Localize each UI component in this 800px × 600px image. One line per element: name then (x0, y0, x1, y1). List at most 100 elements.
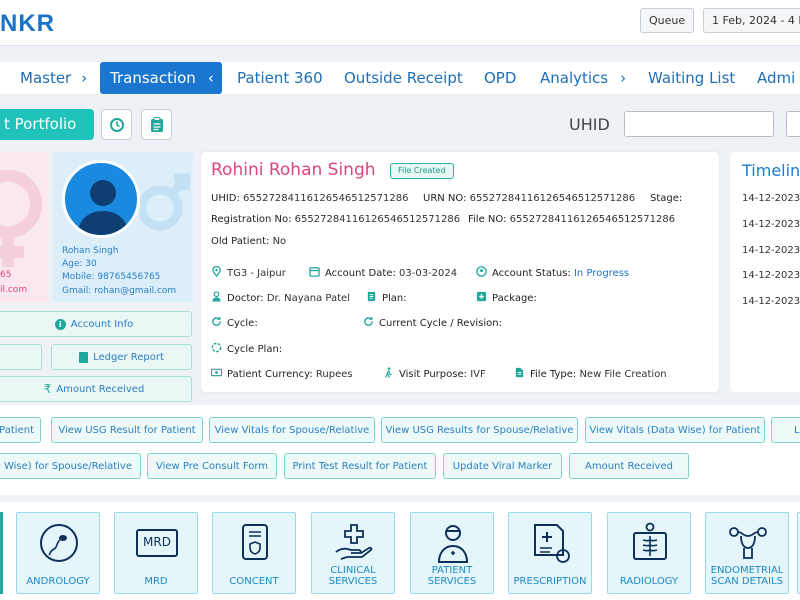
nav-admin[interactable]: Admi (757, 62, 795, 94)
uhid-search-button[interactable] (786, 111, 800, 137)
tile-endometrial-scan[interactable]: ENDOMETRIAL SCAN DETAILS (705, 512, 789, 594)
uhid-input[interactable] (624, 111, 774, 137)
xray-icon (633, 522, 667, 560)
cycle-plan-icon (211, 342, 222, 353)
account-info-button[interactable]: i Account Info (0, 311, 192, 337)
file-no-field-label: File NO: (468, 214, 507, 225)
uhid-label: UHID (569, 115, 610, 134)
male-mobile: Mobile: 98765456765 (62, 272, 161, 282)
amount-received-button[interactable]: Amount Received (569, 453, 689, 479)
nav-master[interactable]: Master › (20, 62, 87, 94)
account-date-field-label: Account Date: (325, 268, 396, 279)
urn-row: URN NO: 65527284116126546512571286 (423, 193, 635, 204)
prescription-icon (534, 524, 570, 563)
view-vitals-datewise-patient-button[interactable]: View Vitals (Data Wise) for Patient (585, 417, 765, 443)
tile-label: CLINICAL SERVICES (328, 565, 378, 587)
app-logo: NKR (0, 10, 55, 37)
doctor-row: Doctor: Dr. Nayana Patel (211, 291, 350, 304)
female-email-text: il.com (0, 285, 28, 295)
ledger-action-button[interactable]: Le (771, 417, 800, 443)
patient-services-icon (437, 525, 469, 563)
timeline-date: 14-12-2023 (742, 193, 800, 204)
tile-label: ENDOMETRIAL SCAN DETAILS (710, 565, 784, 587)
currency-field-label: Patient Currency: (227, 369, 313, 380)
queue-button[interactable]: Queue (640, 8, 694, 33)
view-vitals-spouse-button[interactable]: View Vitals for Spouse/Relative (209, 417, 375, 443)
old-patient-field-label: Old Patient: (211, 236, 270, 247)
uhid-value: 65527284116126546512571286 (243, 193, 409, 204)
currency-row: Patient Currency: Rupees (211, 367, 353, 380)
nav-analytics-label: Analytics (540, 69, 609, 87)
walking-icon (385, 367, 392, 378)
date-range-picker[interactable]: 1 Feb, 2024 - 4 Ma (703, 8, 800, 33)
female-partner-card[interactable]: 65 il.com (0, 152, 48, 302)
update-viral-marker-button[interactable]: Update Viral Marker (443, 453, 562, 479)
timeline-date: 14-12-2023 (742, 270, 800, 281)
old-patient-row: Old Patient: No (211, 236, 286, 247)
hand-medical-icon (335, 524, 373, 560)
print-test-result-button[interactable]: Print Test Result for Patient (284, 453, 436, 479)
doctor-field-label: Doctor: (227, 293, 264, 304)
visit-purpose-value: IVF (470, 369, 486, 380)
account-info-label: Account Info (70, 318, 134, 330)
package-row: Package: (476, 291, 537, 304)
female-symbol-icon (0, 170, 42, 267)
view-pre-consult-form-button[interactable]: View Pre Consult Form (147, 453, 277, 479)
view-usg-result-patient-button[interactable]: View USG Result for Patient (51, 417, 203, 443)
male-name: Rohan Singh (62, 246, 119, 256)
file-type-field-label: File Type: (530, 369, 577, 380)
account-status-value: In Progress (573, 268, 630, 279)
view-usg-results-spouse-button[interactable]: View USG Results for Spouse/Relative (381, 417, 578, 443)
old-patient-value: No (272, 236, 287, 247)
document-icon (79, 351, 89, 363)
location-pin-icon (212, 266, 221, 277)
male-symbol-icon (140, 173, 190, 231)
tile-prescription[interactable]: PRESCRIPTION (508, 512, 592, 594)
nav-transaction[interactable]: Transaction ‹ (100, 62, 222, 94)
side-button-hidden[interactable] (0, 344, 42, 370)
registration-row: Registration No: 65527284116126546512571… (211, 214, 460, 225)
history-button[interactable] (101, 109, 132, 140)
tile-clinical-services[interactable]: CLINICAL SERVICES (311, 512, 395, 594)
patient-action-button[interactable]: Patient (0, 417, 41, 443)
tile-label: MRD (144, 576, 168, 587)
tile-patient-services[interactable]: PATIENT SERVICES (410, 512, 494, 594)
patient-portfolio-button[interactable]: t Portfolio (0, 109, 94, 140)
nav-patient-360[interactable]: Patient 360 (237, 62, 323, 94)
clipboard-button[interactable] (141, 109, 172, 140)
current-cycle-row: Current Cycle / Revision: (363, 316, 502, 329)
account-date-row: Account Date: 03-03-2024 (309, 266, 457, 279)
male-avatar (62, 160, 140, 238)
nav-outside-receipt[interactable]: Outside Receipt (344, 62, 463, 94)
cycle-plan-field-label: Cycle Plan: (227, 344, 283, 355)
user-circle-icon (476, 266, 487, 277)
registration-value: 65527284116126546512571286 (294, 214, 461, 225)
amount-received-side-button[interactable]: ₹ Amount Received (0, 376, 192, 402)
cycle-row: Cycle: (211, 316, 258, 329)
visit-purpose-field-label: Visit Purpose: (399, 369, 467, 380)
nav-waiting-list[interactable]: Waiting List (648, 62, 735, 94)
currency-value: Rupees (315, 369, 353, 380)
clipboard-icon (150, 116, 163, 132)
sperm-icon (40, 524, 78, 562)
patient-name: Rohini Rohan Singh (211, 160, 376, 180)
tile-andrology[interactable]: ANDROLOGY (16, 512, 100, 594)
current-cycle-field-label: Current Cycle / Revision: (379, 318, 502, 329)
tile-radiology[interactable]: RADIOLOGY (607, 512, 691, 594)
nav-opd[interactable]: OPD (484, 62, 516, 94)
rupee-icon: ₹ (43, 382, 52, 396)
uterus-icon (729, 527, 767, 559)
nav-analytics[interactable]: Analytics › (540, 62, 626, 94)
account-date-value: 03-03-2024 (399, 268, 458, 279)
revision-icon (364, 316, 373, 326)
ledger-report-button[interactable]: Ledger Report (51, 344, 192, 370)
view-vitals-datewise-spouse-button[interactable]: te Wise) for Spouse/Relative (0, 453, 141, 479)
doctor-value: Dr. Nayana Patel (266, 293, 350, 304)
chevron-right-icon: › (81, 69, 88, 87)
ledger-report-label: Ledger Report (93, 351, 164, 363)
file-no-row: File NO: 65527284116126546512571286 (468, 214, 675, 225)
tile-mrd[interactable]: MRD MRD (114, 512, 198, 594)
tile-concent[interactable]: CONCENT (212, 512, 296, 594)
info-icon: i (54, 318, 66, 330)
mrd-icon-text: MRD (143, 535, 171, 549)
